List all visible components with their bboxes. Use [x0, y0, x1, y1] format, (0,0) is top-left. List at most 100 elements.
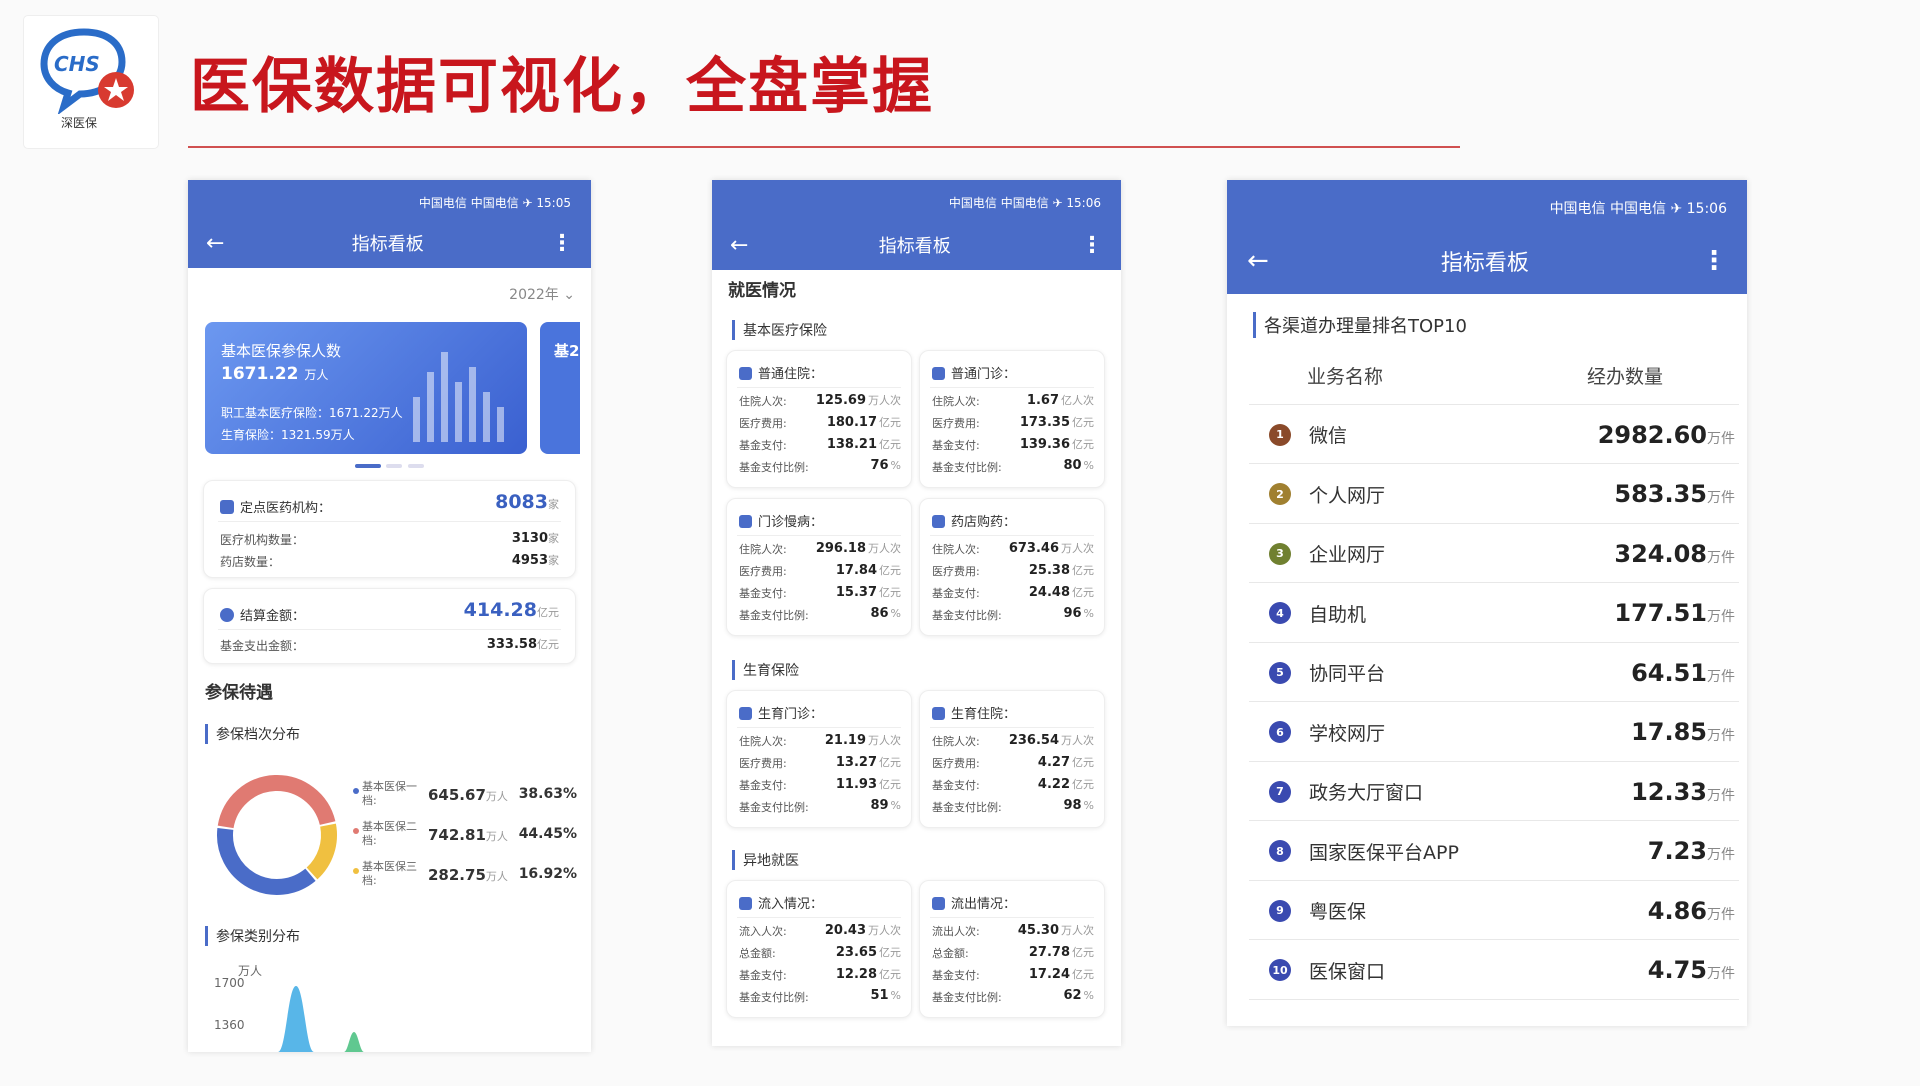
- channel-unit: 万件: [1707, 430, 1735, 447]
- donut-slice[interactable]: [217, 775, 336, 829]
- stat-value: 20.43: [824, 923, 866, 938]
- stat-label: 基金支付:: [739, 969, 787, 982]
- card-divider: [218, 521, 561, 522]
- ranking-row[interactable]: 1 微信 2982.60万件: [1249, 406, 1739, 464]
- stat-value: 236.54: [1008, 733, 1059, 748]
- stat-value-wrap: 11.93 亿元: [836, 776, 901, 792]
- stat-value: 1.67: [1026, 393, 1059, 408]
- ranking-row[interactable]: 7 政务大厅窗口 12.33万件: [1249, 763, 1739, 821]
- medical-stat-card[interactable]: 流出情况： 流出人次: 45.30 万人次 总金额: 27.78 亿元 基金支付: 17.24 亿…: [919, 880, 1105, 1018]
- ranking-row[interactable]: 5 协同平台 64.51万件: [1249, 644, 1739, 702]
- rank-badge-icon: 4: [1269, 602, 1291, 624]
- stat-value-wrap: 139.36 亿元: [1020, 436, 1094, 452]
- stat-value: 51: [870, 988, 889, 1003]
- ranking-row[interactable]: 10 医保窗口 4.75万件: [1249, 942, 1739, 1000]
- donut-slice[interactable]: [217, 828, 316, 895]
- medical-stat-card[interactable]: 药店购药： 住院人次: 673.46 万人次 医疗费用: 25.38 亿元 基金支付: 24.4…: [919, 498, 1105, 636]
- stat-value: 76: [870, 458, 889, 473]
- more-menu-icon[interactable]: ⋮: [1701, 246, 1727, 276]
- year-label: 2022年: [509, 287, 559, 303]
- ranking-row[interactable]: 4 自助机 177.51万件: [1249, 585, 1739, 643]
- channel-unit: 万件: [1707, 668, 1735, 685]
- status-bar: 中国电信 中国电信 ✈ 15:05: [418, 196, 571, 210]
- card-divider: [218, 629, 561, 630]
- ranking-row[interactable]: 6 学校网厅 17.85万件: [1249, 704, 1739, 762]
- stat-label: 总金额:: [932, 947, 969, 960]
- app-header: 中国电信 中国电信 ✈ 15:05 ← 指标看板 ⋮: [188, 180, 591, 268]
- channel-unit: 万件: [1707, 966, 1735, 982]
- stat-unit: 万人次: [868, 924, 901, 937]
- medical-stat-card[interactable]: 普通门诊： 住院人次: 1.67 亿人次 医疗费用: 173.35 亿元 基金支付: 139.3…: [919, 350, 1105, 488]
- more-menu-icon[interactable]: ⋮: [1081, 233, 1103, 258]
- channel-name: 协同平台: [1309, 663, 1386, 685]
- type-peak-2: [344, 1032, 364, 1052]
- stat-value: 27.78: [1028, 945, 1070, 960]
- institutions-card: 定点医药机构： 8083家 医疗机构数量： 3130家 药店数量： 4953家: [203, 480, 576, 578]
- stat-value-wrap: 25.38 亿元: [1029, 562, 1094, 578]
- settlement-value: 414.28: [463, 599, 537, 621]
- medical-stat-card[interactable]: 流入情况： 流入人次: 20.43 万人次 总金额: 23.65 亿元 基金支付: 12.28 亿…: [726, 880, 912, 1018]
- tier-donut-chart: [217, 775, 337, 895]
- app-header: 中国电信 中国电信 ✈ 15:06 ← 指标看板 ⋮: [1227, 180, 1747, 294]
- hospital-icon: [739, 515, 752, 528]
- channel-count-wrap: 17.85万件: [1631, 718, 1735, 746]
- more-menu-icon[interactable]: ⋮: [551, 231, 573, 256]
- medical-stat-card[interactable]: 生育住院： 住院人次: 236.54 万人次 医疗费用: 4.27 亿元 基金支付: 4.22 亿…: [919, 690, 1105, 828]
- stat-unit: 亿元: [1072, 968, 1094, 981]
- hospital-icon: [739, 707, 752, 720]
- stat-unit: %: [890, 799, 901, 812]
- channel-name: 政务大厅窗口: [1309, 782, 1424, 804]
- stat-value-wrap: 12.28 亿元: [836, 966, 901, 982]
- phone-dashboard-insured: 中国电信 中国电信 ✈ 15:05 ← 指标看板 ⋮ 2022年 ⌄ 基本医保参…: [188, 180, 591, 1052]
- medical-stat-card[interactable]: 生育门诊： 住院人次: 21.19 万人次 医疗费用: 13.27 亿元 基金支付: 11.93…: [726, 690, 912, 828]
- institutions-label: 定点医药机构：: [240, 501, 332, 516]
- stat-value: 21.19: [824, 733, 866, 748]
- medical-stat-card[interactable]: 门诊慢病： 住院人次: 296.18 万人次 医疗费用: 17.84 亿元 基金支付: 15.3…: [726, 498, 912, 636]
- stat-unit: 亿元: [879, 946, 901, 959]
- back-arrow-icon[interactable]: ←: [1247, 246, 1269, 276]
- ranking-row[interactable]: 2 个人网厅 583.35万件: [1249, 466, 1739, 524]
- stat-label: 医疗费用:: [932, 757, 980, 770]
- page-title: 医保数据可视化，全盘掌握: [190, 52, 934, 122]
- card-title: 普通住院：: [758, 367, 824, 382]
- ranking-row[interactable]: 9 粤医保 4.86万件: [1249, 882, 1739, 940]
- stat-unit: 万人次: [1061, 734, 1094, 747]
- dist-title: 参保档次分布: [205, 724, 300, 744]
- stat-unit: %: [1083, 799, 1094, 812]
- legend-unit: 万人: [485, 830, 508, 843]
- carousel-dot[interactable]: [386, 464, 402, 468]
- settlement-label: 结算金额：: [240, 609, 306, 624]
- stat-label: 基金支付:: [932, 439, 980, 452]
- banner-line1: 职工基本医疗保险：1671.22万人: [221, 406, 403, 420]
- banner-line2: 生育保险：1321.59万人: [221, 428, 355, 442]
- stat-value: 180.17: [826, 415, 877, 430]
- stat-value-wrap: 21.19 万人次: [825, 732, 901, 748]
- channel-unit: 万件: [1707, 847, 1735, 863]
- stat-label: 住院人次:: [932, 543, 980, 556]
- medical-stat-card[interactable]: 普通住院： 住院人次: 125.69 万人次 医疗费用: 180.17 亿元 基金支付: 138…: [726, 350, 912, 488]
- institution-row-label: 医疗机构数量：: [220, 533, 305, 547]
- institutions-value: 8083: [495, 491, 548, 513]
- stat-label: 基金支付比例:: [932, 461, 1002, 474]
- stat-value: 96: [1063, 606, 1082, 621]
- phone-dashboard-ranking: 中国电信 中国电信 ✈ 15:06 ← 指标看板 ⋮ 各渠道办理量排名TOP10…: [1227, 180, 1747, 1026]
- carousel-dot-active[interactable]: [355, 464, 381, 468]
- back-arrow-icon[interactable]: ←: [730, 233, 748, 258]
- rank-badge-icon: 5: [1269, 661, 1291, 684]
- next-banner-card-peek[interactable]: 基2: [540, 322, 580, 454]
- stat-unit: 亿人次: [1061, 394, 1094, 407]
- year-selector[interactable]: 2022年 ⌄: [509, 284, 575, 304]
- channel-name: 医保窗口: [1309, 960, 1386, 983]
- channel-name: 粤医保: [1309, 901, 1367, 923]
- rank-badge-icon: 10: [1269, 959, 1291, 981]
- insured-banner-card[interactable]: 基本医保参保人数 1671.22 万人 职工基本医疗保险：1671.22万人 生…: [205, 322, 527, 454]
- back-arrow-icon[interactable]: ←: [206, 231, 224, 256]
- ranking-row[interactable]: 3 企业网厅 324.08万件: [1249, 525, 1739, 583]
- carousel-dot[interactable]: [408, 464, 424, 468]
- settlement-unit: 亿元: [537, 606, 559, 619]
- title-divider: [188, 146, 1460, 148]
- legend-value-wrap: 742.81万人: [428, 826, 508, 844]
- stat-value-wrap: 45.30 万人次: [1018, 922, 1094, 938]
- ranking-row[interactable]: 8 国家医保平台APP 7.23万件: [1249, 823, 1739, 881]
- donut-slice[interactable]: [306, 823, 337, 880]
